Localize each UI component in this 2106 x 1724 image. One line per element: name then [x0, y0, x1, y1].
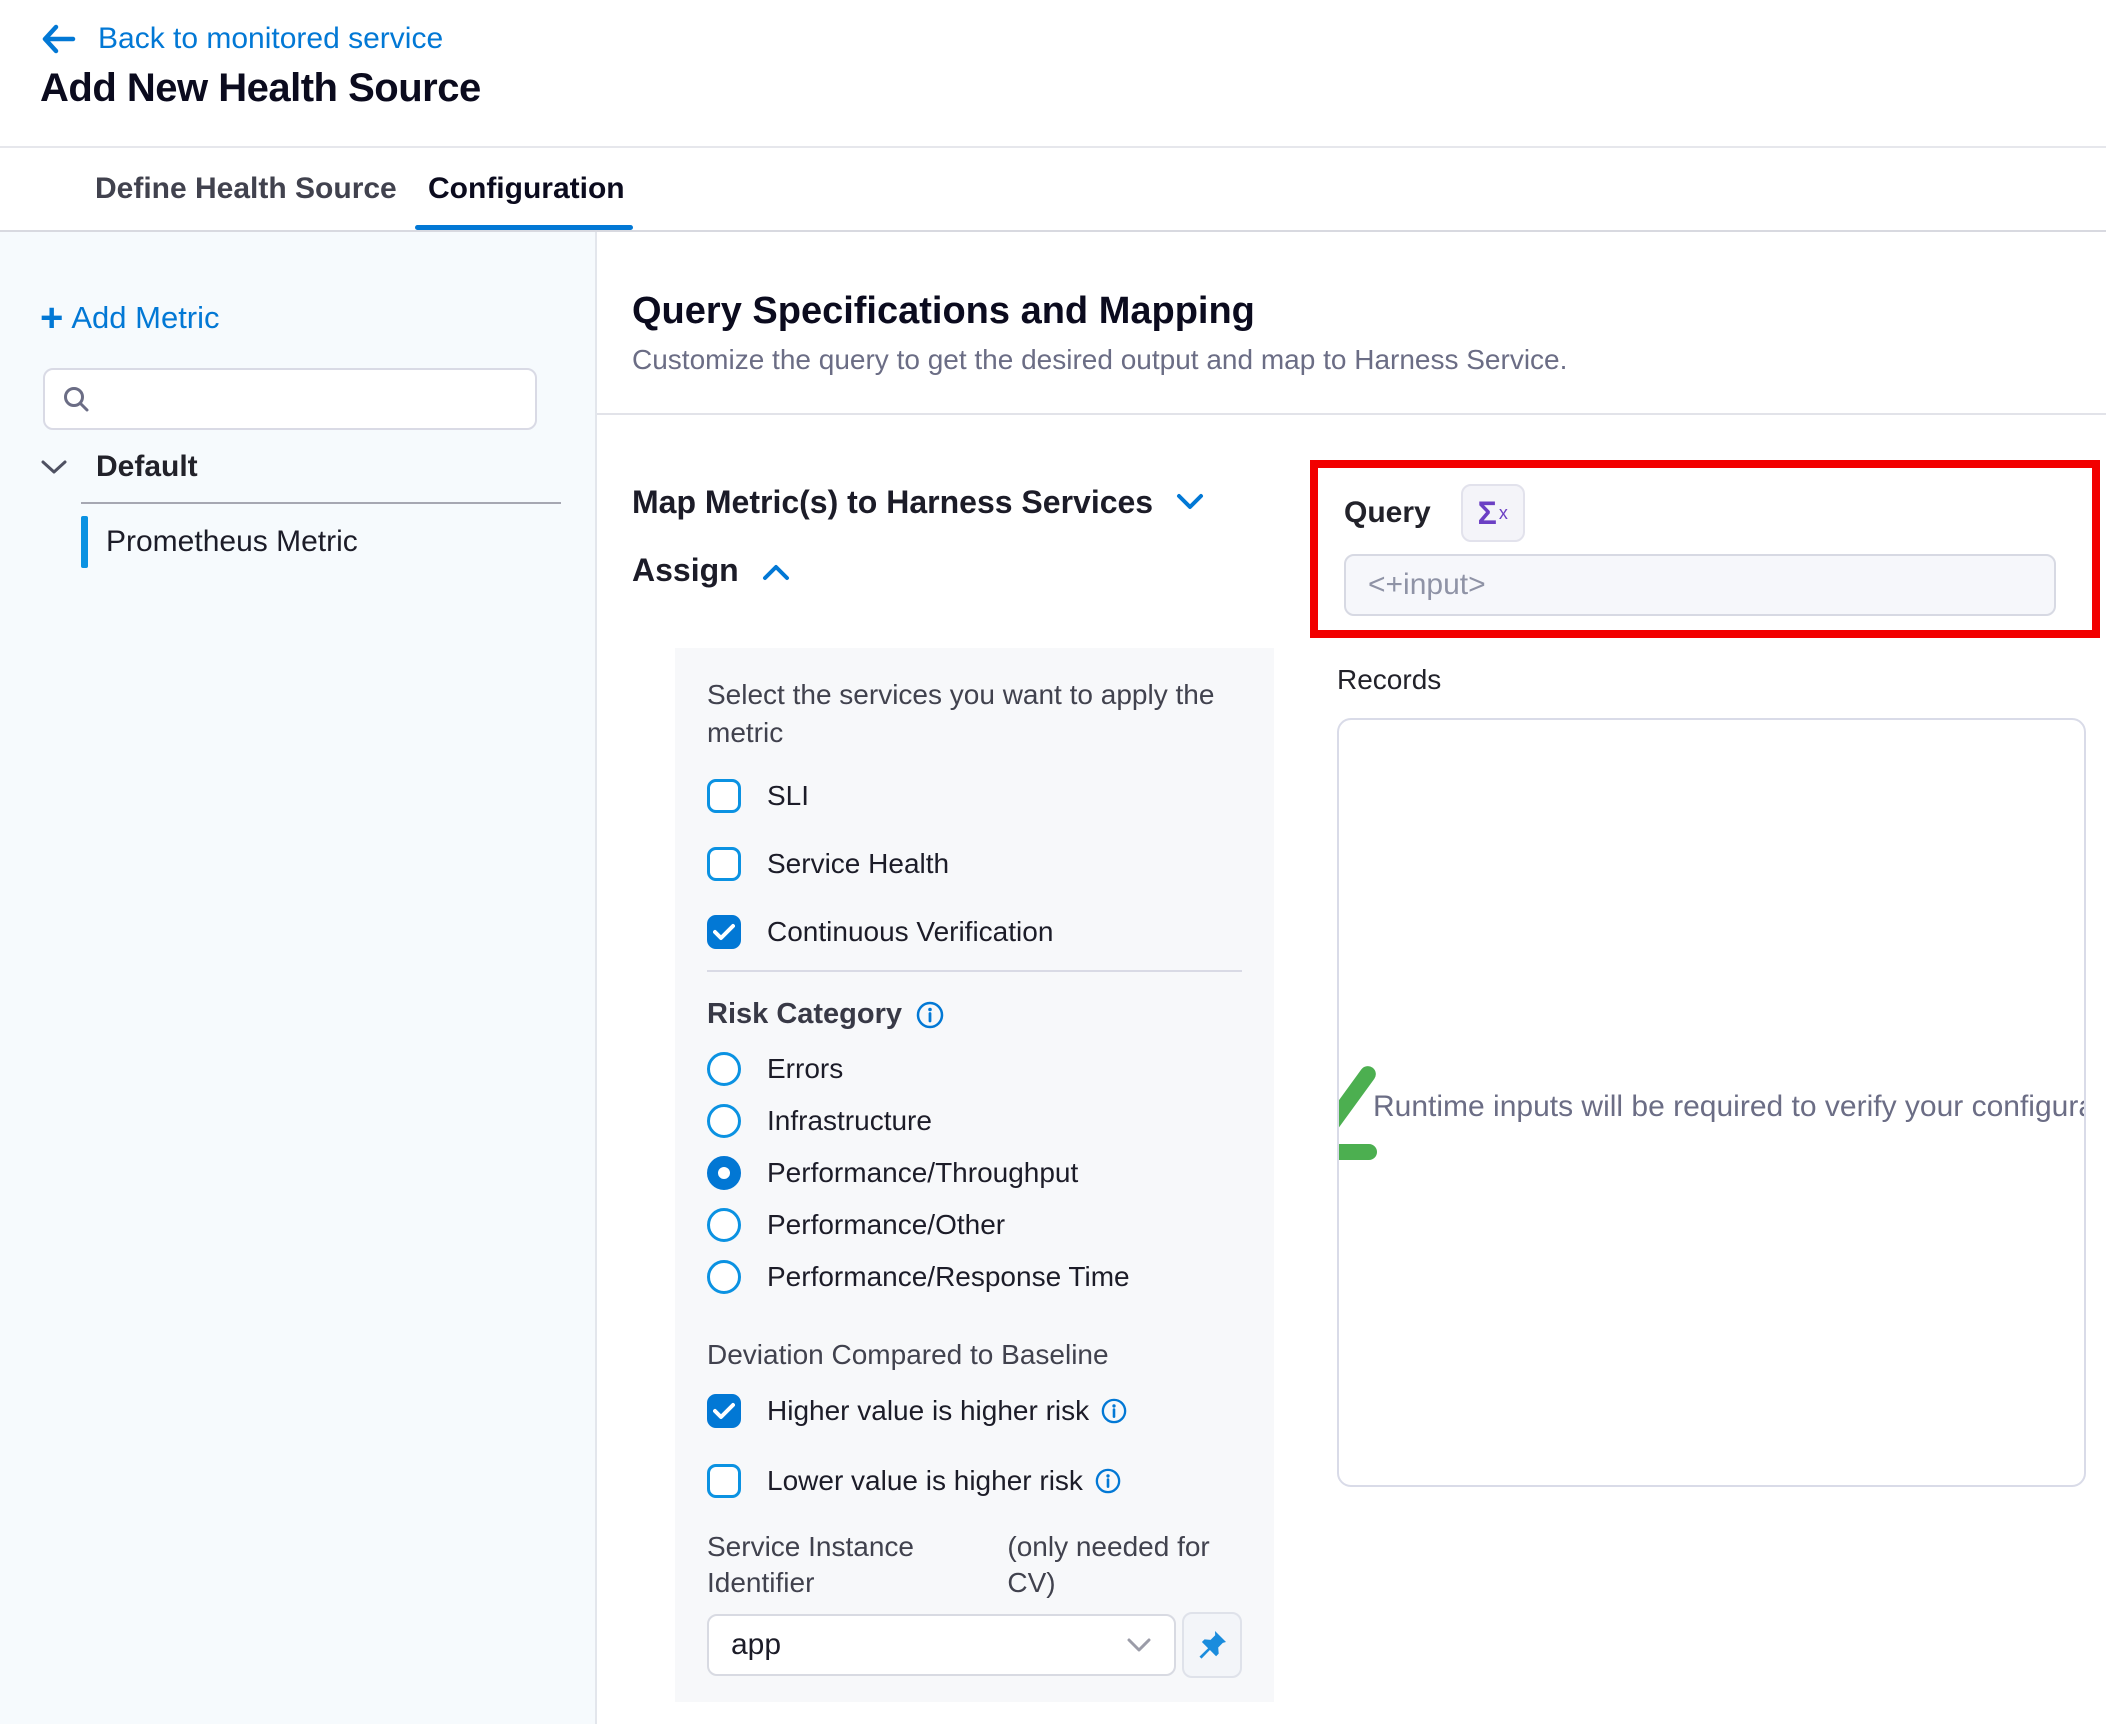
continuous-verification-checkbox[interactable] — [707, 915, 741, 949]
lower-risk-text: Lower value is higher risk — [767, 1465, 1083, 1497]
records-label: Records — [1337, 664, 1441, 696]
radio-row-errors[interactable]: Errors — [707, 1049, 1242, 1089]
checkbox-row-lower-risk[interactable]: Lower value is higher risk — [707, 1459, 1242, 1503]
query-header: Query Σx — [1344, 484, 1525, 542]
radio-row-performance-response-time[interactable]: Performance/Response Time — [707, 1257, 1242, 1297]
errors-radio[interactable] — [707, 1052, 741, 1086]
assign-accordion[interactable]: Assign — [632, 552, 791, 589]
service-instance-note: (only needed for CV) — [1007, 1529, 1242, 1601]
infrastructure-label: Infrastructure — [767, 1105, 932, 1137]
section-title: Query Specifications and Mapping — [632, 290, 1255, 333]
chevron-up-icon — [761, 561, 791, 581]
search-input[interactable] — [105, 383, 505, 415]
green-check-icon — [1337, 1144, 1377, 1160]
performance-throughput-radio[interactable] — [707, 1156, 741, 1190]
sigma-sup: x — [1499, 503, 1508, 524]
chevron-down-icon — [40, 458, 68, 476]
add-metric-label: Add Metric — [71, 300, 219, 336]
group-divider — [81, 502, 561, 504]
assign-panel: Select the services you want to apply th… — [675, 648, 1274, 1702]
checkbox-row-continuous-verification[interactable]: Continuous Verification — [707, 910, 1242, 954]
metric-item-label: Prometheus Metric — [106, 525, 358, 559]
query-input[interactable] — [1344, 554, 2056, 616]
panel-divider — [707, 970, 1242, 972]
checkbox-row-higher-risk[interactable]: Higher value is higher risk — [707, 1389, 1242, 1433]
chevron-down-icon — [1175, 493, 1205, 513]
performance-response-time-label: Performance/Response Time — [767, 1261, 1130, 1293]
errors-label: Errors — [767, 1053, 843, 1085]
section-subtitle: Customize the query to get the desired o… — [632, 344, 1567, 376]
check-icon — [713, 1402, 735, 1420]
info-icon[interactable] — [1101, 1398, 1127, 1424]
sigma-icon: Σ — [1478, 495, 1497, 532]
page-header: Back to monitored service Add New Health… — [0, 0, 2106, 148]
pushpin-icon — [1194, 1627, 1230, 1663]
sli-label: SLI — [767, 780, 809, 812]
metric-group-default[interactable]: Default — [40, 450, 198, 484]
section-divider — [597, 413, 2106, 415]
selected-metric-indicator — [81, 516, 88, 568]
performance-throughput-label: Performance/Throughput — [767, 1157, 1078, 1189]
sli-checkbox[interactable] — [707, 779, 741, 813]
map-metrics-label: Map Metric(s) to Harness Services — [632, 484, 1153, 521]
radio-row-infrastructure[interactable]: Infrastructure — [707, 1101, 1242, 1141]
group-label: Default — [96, 450, 198, 484]
checkbox-row-sli[interactable]: SLI — [707, 774, 1242, 818]
infrastructure-radio[interactable] — [707, 1104, 741, 1138]
service-instance-value: app — [731, 1628, 781, 1662]
back-arrow-icon — [40, 23, 76, 55]
back-link[interactable]: Back to monitored service — [40, 22, 443, 56]
check-icon — [713, 923, 735, 941]
main-content: Query Specifications and Mapping Customi… — [597, 232, 2106, 1724]
performance-other-label: Performance/Other — [767, 1209, 1005, 1241]
lower-risk-label: Lower value is higher risk — [767, 1465, 1121, 1497]
service-health-label: Service Health — [767, 848, 949, 880]
lower-risk-checkbox[interactable] — [707, 1464, 741, 1498]
risk-category-label: Risk Category — [707, 998, 902, 1031]
service-instance-dropdown[interactable]: app — [707, 1614, 1176, 1676]
active-tab-underline — [415, 225, 633, 230]
query-label: Query — [1344, 496, 1431, 530]
service-instance-row: Service Instance Identifier (only needed… — [707, 1529, 1242, 1601]
continuous-verification-label: Continuous Verification — [767, 916, 1053, 948]
tab-bar: Define Health Source Configuration — [0, 148, 2106, 232]
back-link-label: Back to monitored service — [98, 22, 443, 56]
risk-category-header: Risk Category — [707, 998, 1242, 1031]
radio-row-performance-throughput[interactable]: Performance/Throughput — [707, 1153, 1242, 1193]
service-instance-select-row: app — [707, 1613, 1242, 1677]
plus-icon: + — [40, 301, 63, 335]
select-services-text: Select the services you want to apply th… — [707, 648, 1227, 752]
performance-response-time-radio[interactable] — [707, 1260, 741, 1294]
sidebar-item-prometheus-metric[interactable]: Prometheus Metric — [81, 516, 358, 568]
add-metric-button[interactable]: + Add Metric — [40, 300, 220, 336]
tab-define-health-source[interactable]: Define Health Source — [95, 148, 397, 230]
checkbox-row-service-health[interactable]: Service Health — [707, 842, 1242, 886]
pin-runtime-input-button[interactable] — [1182, 1612, 1242, 1678]
service-instance-label: Service Instance Identifier — [707, 1529, 951, 1601]
map-metrics-accordion[interactable]: Map Metric(s) to Harness Services — [632, 484, 1205, 521]
higher-risk-label: Higher value is higher risk — [767, 1395, 1127, 1427]
info-icon[interactable] — [916, 1001, 944, 1029]
info-icon[interactable] — [1095, 1468, 1121, 1494]
formula-sigma-button[interactable]: Σx — [1461, 484, 1525, 542]
page-title: Add New Health Source — [40, 66, 481, 111]
records-panel: Runtime inputs will be required to verif… — [1337, 718, 2086, 1487]
service-health-checkbox[interactable] — [707, 847, 741, 881]
assign-label: Assign — [632, 552, 739, 589]
search-icon — [61, 384, 91, 414]
chevron-down-icon — [1126, 1637, 1152, 1653]
tab-configuration[interactable]: Configuration — [428, 148, 625, 230]
performance-other-radio[interactable] — [707, 1208, 741, 1242]
metrics-sidebar: + Add Metric Default Prometheus Metric — [0, 232, 597, 1724]
query-section-highlighted: Query Σx — [1310, 460, 2100, 638]
radio-row-performance-other[interactable]: Performance/Other — [707, 1205, 1242, 1245]
higher-risk-text: Higher value is higher risk — [767, 1395, 1089, 1427]
deviation-label: Deviation Compared to Baseline — [707, 1339, 1242, 1371]
metric-search[interactable] — [43, 368, 537, 430]
higher-risk-checkbox[interactable] — [707, 1394, 741, 1428]
runtime-inputs-message: Runtime inputs will be required to verif… — [1373, 1090, 2084, 1124]
